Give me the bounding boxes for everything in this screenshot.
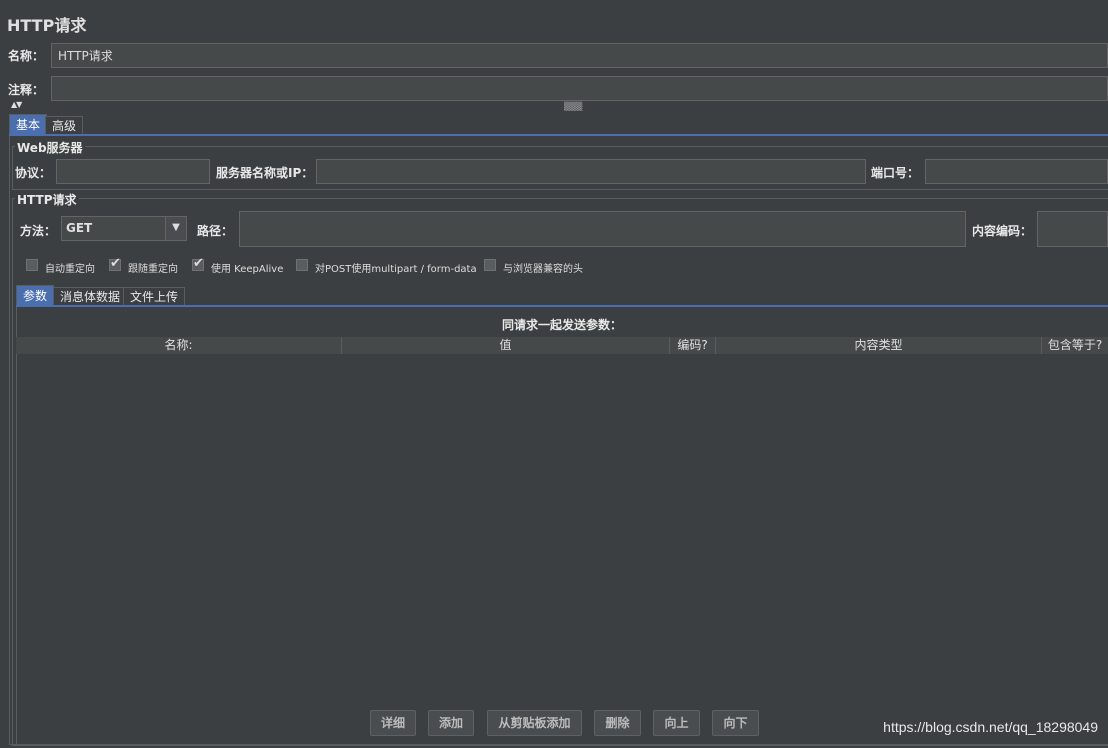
column-header-encode[interactable]: 编码? [670, 337, 716, 354]
keepalive-checkbox[interactable] [192, 256, 204, 271]
page-title: HTTP请求 [7, 16, 87, 35]
redirect-auto-checkbox[interactable] [26, 259, 38, 271]
keepalive-label: 使用 KeepAlive [211, 264, 284, 275]
watermark-text: https://blog.csdn.net/qq_18298049 [883, 719, 1098, 735]
splitter-handle-icon[interactable]: ▒▒▒ [564, 102, 582, 111]
params-table-body[interactable] [16, 355, 1108, 700]
port-label: 端口号： [871, 166, 920, 180]
encoding-label: 内容编码： [972, 224, 1033, 238]
follow-redirects-label: 跟随重定向 [128, 264, 178, 275]
move-up-button[interactable]: 向上 [653, 710, 700, 736]
method-value: GET [66, 221, 93, 235]
method-label: 方法： [20, 224, 57, 238]
browser-headers-checkbox[interactable] [484, 259, 496, 271]
comment-input[interactable] [51, 76, 1108, 101]
delete-button[interactable]: 删除 [594, 710, 641, 736]
browser-headers-label: 与浏览器兼容的头 [503, 264, 583, 275]
method-select[interactable]: GET ▼ [61, 216, 187, 241]
move-down-button[interactable]: 向下 [712, 710, 759, 736]
tab-basic[interactable]: 基本 [9, 114, 48, 134]
comment-label: 注释： [8, 83, 45, 97]
column-header-value[interactable]: 值 [342, 337, 670, 354]
web-server-title: Web服务器 [15, 139, 85, 156]
tab-body-data[interactable]: 消息体数据 [53, 287, 128, 305]
column-header-name[interactable]: 名称: [16, 337, 342, 354]
params-caption: 同请求一起发送参数： [501, 318, 622, 332]
path-label: 路径： [197, 224, 234, 238]
column-header-content-type[interactable]: 内容类型 [716, 337, 1042, 354]
multipart-checkbox[interactable] [296, 259, 308, 271]
server-label: 服务器名称或IP： [216, 166, 314, 180]
name-label: 名称： [8, 49, 45, 63]
dropdown-arrow-icon[interactable]: ▼ [165, 217, 186, 240]
tab-file-upload[interactable]: 文件上传 [123, 287, 186, 305]
port-input[interactable] [925, 159, 1108, 184]
http-request-title: HTTP请求 [15, 191, 79, 208]
path-input[interactable] [239, 211, 966, 247]
server-input[interactable] [316, 159, 866, 184]
follow-redirects-checkbox[interactable] [109, 256, 121, 271]
protocol-label: 协议： [15, 166, 52, 180]
redirect-auto-label: 自动重定向 [45, 264, 95, 275]
name-input[interactable] [51, 43, 1108, 68]
add-from-clipboard-button[interactable]: 从剪贴板添加 [487, 710, 582, 736]
encoding-input[interactable] [1037, 211, 1108, 247]
tab-advanced[interactable]: 高级 [45, 116, 84, 134]
protocol-input[interactable] [56, 159, 210, 184]
add-button[interactable]: 添加 [428, 710, 474, 736]
collapse-arrows-icon[interactable]: ▲▼ [11, 100, 22, 109]
multipart-label: 对POST使用multipart / form-data [315, 264, 477, 275]
column-header-include-equals[interactable]: 包含等于? [1042, 337, 1108, 354]
detail-button[interactable]: 详细 [370, 710, 416, 736]
tab-parameters[interactable]: 参数 [16, 285, 55, 305]
